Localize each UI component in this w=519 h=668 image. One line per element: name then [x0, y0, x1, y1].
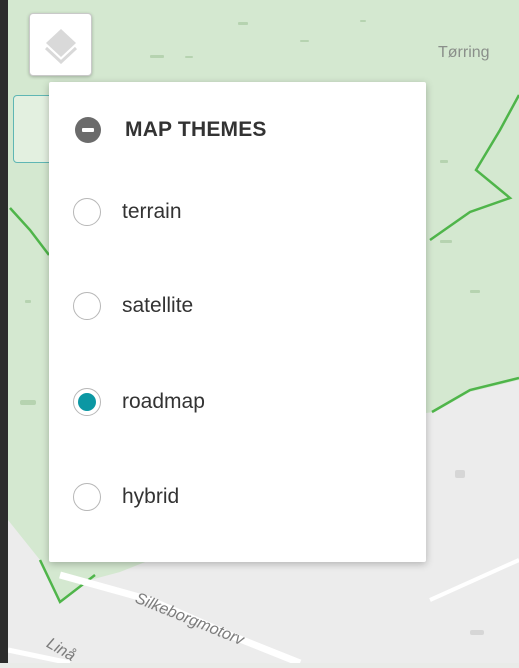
panel-title: MAP THEMES [125, 118, 267, 141]
left-sidebar-edge [0, 0, 8, 663]
radio-satellite[interactable] [73, 292, 101, 320]
layers-icon [44, 29, 78, 64]
radio-terrain[interactable] [73, 198, 101, 226]
radio-roadmap[interactable] [73, 388, 101, 416]
theme-option-hybrid[interactable]: hybrid [73, 479, 179, 515]
radio-hybrid[interactable] [73, 483, 101, 511]
option-label: satellite [122, 294, 194, 317]
layers-button[interactable] [29, 13, 92, 76]
option-label: hybrid [122, 485, 180, 508]
theme-option-satellite[interactable]: satellite [73, 288, 193, 324]
option-label: terrain [122, 200, 182, 223]
panel-header: MAP THEMES [75, 116, 267, 144]
town-label: Tørring [438, 44, 490, 61]
option-label: roadmap [122, 390, 205, 413]
map-themes-panel: MAP THEMES terrain satellite roadmap hyb… [49, 82, 426, 562]
theme-option-roadmap[interactable]: roadmap [73, 384, 205, 420]
minus-circle-icon[interactable] [75, 117, 101, 143]
theme-option-terrain[interactable]: terrain [73, 194, 182, 230]
